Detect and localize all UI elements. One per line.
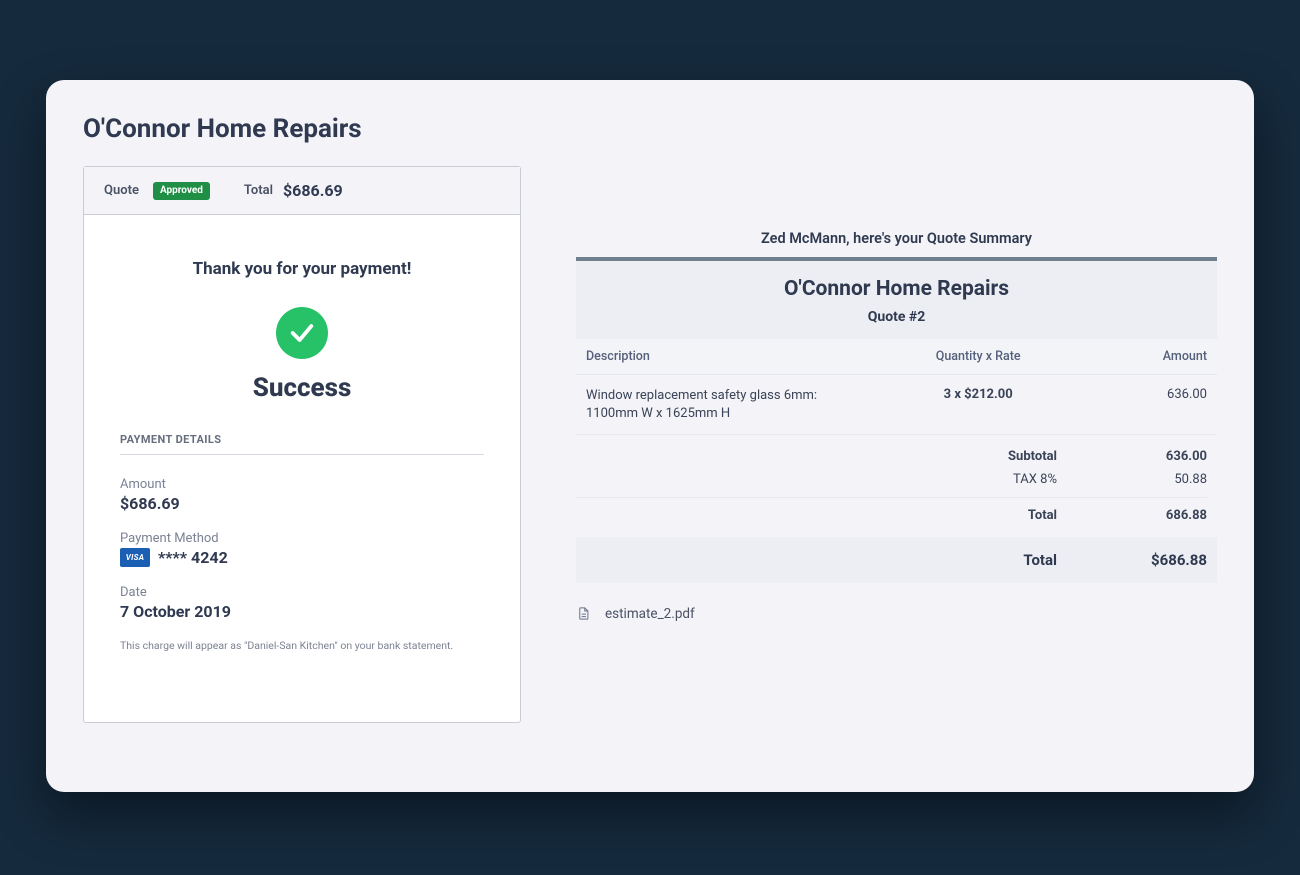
statement-note: This charge will appear as "Daniel-San K… (120, 639, 484, 652)
total-value: $686.69 (283, 181, 343, 200)
summary-greeting: Zed McMann, here's your Quote Summary (576, 230, 1217, 247)
summary-business-name: O'Connor Home Repairs (586, 277, 1207, 301)
file-icon (576, 605, 591, 622)
total-label: Total (244, 183, 273, 198)
payment-method-value: VISA **** 4242 (120, 548, 484, 567)
payment-method-label: Payment Method (120, 531, 484, 546)
success-check-icon (276, 307, 328, 359)
subtotal-row: Subtotal 636.00 (576, 445, 1207, 468)
summary-header: O'Connor Home Repairs Quote #2 (576, 261, 1217, 339)
attachment-filename: estimate_2.pdf (605, 606, 695, 622)
line-items-table: Description Quantity x Rate Amount Windo… (576, 339, 1217, 435)
tax-value: 50.88 (1117, 472, 1207, 487)
total-value: 686.88 (1117, 508, 1207, 523)
quote-number: Quote #2 (586, 309, 1207, 325)
date-label: Date (120, 585, 484, 600)
col-description: Description (576, 339, 871, 375)
tax-row: TAX 8% 50.88 (576, 468, 1207, 491)
success-label: Success (120, 373, 484, 403)
col-amount: Amount (1085, 339, 1217, 375)
tax-label: TAX 8% (867, 472, 1117, 487)
grand-total-label: Total (867, 551, 1117, 569)
payment-details-heading: PAYMENT DETAILS (120, 433, 484, 455)
line-amount: 636.00 (1085, 375, 1217, 435)
payment-receipt-card: Quote Approved Total $686.69 Thank you f… (83, 166, 521, 723)
col-qty-rate: Quantity x Rate (871, 339, 1086, 375)
thank-you-message: Thank you for your payment! (120, 259, 484, 279)
summary-box: O'Connor Home Repairs Quote #2 Descripti… (576, 257, 1217, 583)
page-title: O'Connor Home Repairs (83, 114, 1217, 144)
payment-method-block: Payment Method VISA **** 4242 (120, 531, 484, 567)
visa-icon: VISA (120, 548, 150, 567)
amount-label: Amount (120, 477, 484, 492)
quote-card-header: Quote Approved Total $686.69 (84, 167, 520, 215)
grand-total-value: $686.88 (1117, 551, 1207, 569)
subtotal-value: 636.00 (1117, 449, 1207, 464)
content-columns: Quote Approved Total $686.69 Thank you f… (83, 166, 1217, 723)
table-row: Window replacement safety glass 6mm: 110… (576, 375, 1217, 435)
card-mask: **** 4242 (158, 548, 228, 567)
total-label: Total (867, 508, 1117, 523)
subtotal-label: Subtotal (867, 449, 1117, 464)
quote-summary: Zed McMann, here's your Quote Summary O'… (576, 166, 1217, 622)
date-value: 7 October 2019 (120, 602, 484, 621)
total-row: Total 686.88 (576, 497, 1207, 527)
line-qty-rate: 3 x $212.00 (871, 375, 1086, 435)
attachment-link[interactable]: estimate_2.pdf (576, 605, 1217, 622)
amount-value: $686.69 (120, 494, 484, 513)
line-description: Window replacement safety glass 6mm: 110… (576, 375, 871, 435)
app-card: O'Connor Home Repairs Quote Approved Tot… (46, 80, 1254, 792)
totals-block: Subtotal 636.00 TAX 8% 50.88 Total 686.8… (576, 435, 1217, 527)
quote-card-body: Thank you for your payment! Success PAYM… (84, 215, 520, 722)
status-badge: Approved (153, 182, 210, 200)
quote-label: Quote (104, 183, 139, 198)
grand-total-row: Total $686.88 (576, 537, 1217, 583)
amount-block: Amount $686.69 (120, 477, 484, 513)
date-block: Date 7 October 2019 (120, 585, 484, 621)
